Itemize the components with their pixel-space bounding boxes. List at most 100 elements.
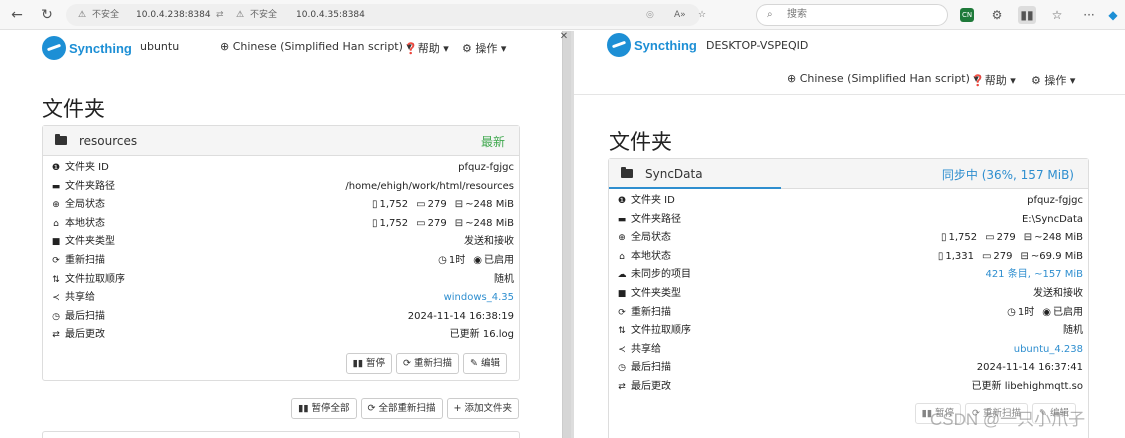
folder-status: 同步中 (36%, 157 MiB) <box>941 168 1074 182</box>
actions-menu[interactable]: ⚙ 操作 ▾ <box>1031 72 1075 88</box>
detail-row: ⌂ 本地状态 ▯ 1,331 ▭ 279 ⊟ ~69.9 MiB <box>609 248 1088 267</box>
refresh-icon: ⟳ <box>618 307 626 318</box>
plus-icon: + <box>453 403 465 414</box>
address-bar[interactable]: ⚠ 不安全 10.0.4.238:8384 ⇄ ⚠ 不安全 10.0.4.35:… <box>66 4 706 26</box>
add-folder-button[interactable]: + 添加文件夹 <box>446 398 519 419</box>
close-pane-icon[interactable]: ✕ <box>558 31 570 43</box>
help-menu[interactable]: ❓帮助 ▾ <box>404 40 449 56</box>
navbar: Syncthing ubuntu ⊕ Chinese (Simplified H… <box>0 31 562 69</box>
drive-icon: ⊟ <box>1020 250 1029 262</box>
split-divider[interactable] <box>571 31 574 438</box>
language-menu[interactable]: ⊕ Chinese (Simplified Han script) ▾ <box>787 72 979 85</box>
rescan-button[interactable]: ⟳ 重新扫描 <box>396 353 459 374</box>
detail-value: 发送和接收 <box>464 236 514 248</box>
pause-button[interactable]: ▮▮ 暂停 <box>345 353 392 374</box>
pane-more-icon[interactable]: ··· <box>536 31 546 36</box>
drive-icon: ⊟ <box>1023 232 1033 244</box>
detail-row: ⇄ 最后更改 已更新 libehighmqtt.so <box>609 378 1088 397</box>
translate-icon[interactable]: ◎ <box>646 4 654 26</box>
share-icon: ≺ <box>618 344 626 355</box>
detail-row: ≺ 共享给 ubuntu_4.238 <box>609 341 1088 360</box>
gear-icon: ⚙ <box>462 42 476 55</box>
detail-label: 本地状态 <box>631 250 671 262</box>
detail-stats: ▯ 1,331 ▭ 279 ⊟ ~69.9 MiB <box>937 250 1083 262</box>
more-icon[interactable]: ··· <box>1080 6 1098 24</box>
folder-details: ❶ 文件夹 ID pfquz-fgjgc ▬ 文件夹路径/home/ehigh/work… <box>43 156 519 345</box>
folder-open-icon: ▬ <box>51 181 61 192</box>
home-icon: ⌂ <box>619 251 625 262</box>
left-split-pane: Syncthing ubuntu ⊕ Chinese (Simplified H… <box>0 31 563 438</box>
search-input[interactable]: ⌕ 搜索 <box>756 4 948 26</box>
detail-label: 本地状态 <box>65 217 105 229</box>
extension-badge[interactable]: CN <box>960 8 974 22</box>
insecure-warning-icon: ⚠ <box>236 10 245 20</box>
split-link-icon[interactable]: ⇄ <box>216 4 224 26</box>
edit-button[interactable]: ✎ 编辑 <box>463 353 507 374</box>
reload-icon[interactable]: ↻ <box>38 6 56 24</box>
syncthing-logo[interactable]: Syncthing <box>607 33 697 57</box>
detail-value: E:\SyncData <box>1021 213 1083 225</box>
right-split-pane: Syncthing DESKTOP-VSPEQID ⊕ Chinese (Sim… <box>571 31 1125 438</box>
detail-value: 2024-11-14 16:37:41 <box>976 362 1083 374</box>
detail-label: 文件夹 ID <box>65 162 109 173</box>
sync-progress-bar <box>609 187 782 189</box>
globe-icon: ⊕ <box>220 40 233 53</box>
detail-row: ⊕ 全局状态 ▯ 1,752 ▭ 279 ⊟ ~248 MiB <box>609 229 1088 248</box>
extensions-icon[interactable]: ⚙ <box>988 6 1006 24</box>
browser-toolbar: ← ↻ ⚠ 不安全 10.0.4.238:8384 ⇄ ⚠ 不安全 10.0.4… <box>0 0 1125 30</box>
detail-value[interactable]: windows_4.35 <box>444 289 514 308</box>
detail-rescan: ◷ 1时 ◉ 已启用 <box>1007 306 1083 318</box>
read-aloud-icon[interactable]: A» <box>674 4 686 26</box>
url-2[interactable]: 10.0.4.35:8384 <box>296 4 365 26</box>
favorite-star-icon[interactable]: ☆ <box>698 4 706 26</box>
actions-menu[interactable]: ⚙ 操作 ▾ <box>462 40 506 56</box>
refresh-icon: ⟳ <box>403 358 414 369</box>
folder-outline-icon: ▭ <box>416 199 426 211</box>
detail-value[interactable]: 421 条目, ~157 MiB <box>985 266 1083 285</box>
folder-header[interactable]: SyncData 同步中 (36%, 157 MiB) <box>609 159 1088 189</box>
file-icon: ▯ <box>937 250 944 262</box>
pane-scrollbar[interactable] <box>563 31 571 438</box>
syncthing-logo[interactable]: Syncthing <box>42 36 132 60</box>
folder-header[interactable]: resources 最新 <box>43 126 519 156</box>
gear-icon: ⚙ <box>1031 74 1045 87</box>
search-icon: ⌕ <box>767 9 773 20</box>
clock-icon: ◷ <box>52 311 60 322</box>
detail-label: 未同步的项目 <box>631 269 691 281</box>
page-title: 文件夹 <box>42 97 105 121</box>
detail-label: 全局状态 <box>631 232 671 244</box>
insecure-label-1: 不安全 <box>92 10 120 20</box>
question-icon: ❓ <box>971 74 985 87</box>
folder-name: SyncData <box>645 167 703 181</box>
eye-icon: ◉ <box>1042 306 1051 318</box>
detail-label: 文件拉取顺序 <box>631 325 691 337</box>
detail-row: ≺ 共享给 windows_4.35 <box>43 289 519 308</box>
csdn-watermark: CSDN @一只小爪子 <box>930 410 1086 429</box>
detail-row: ❶ 文件夹 ID pfquz-fgjgc <box>609 192 1088 211</box>
split-screen-icon[interactable]: ▮▮ <box>1018 6 1036 24</box>
detail-label: 文件夹类型 <box>65 236 115 248</box>
favorites-icon[interactable]: ☆ <box>1048 6 1066 24</box>
help-menu[interactable]: ❓帮助 ▾ <box>971 72 1016 88</box>
global-folder-actions: ▮▮ 暂停全部 ⟳ 全部重新扫描 + 添加文件夹 <box>291 398 519 419</box>
copilot-icon[interactable]: ◆ <box>1104 6 1122 24</box>
navbar: Syncthing DESKTOP-VSPEQID ⊕ Chinese (Sim… <box>571 31 1125 95</box>
rescan-all-button[interactable]: ⟳ 全部重新扫描 <box>360 398 443 419</box>
detail-row: ⇅ 文件拉取顺序 随机 <box>43 271 519 290</box>
detail-value[interactable]: ubuntu_4.238 <box>1014 341 1083 360</box>
refresh-icon: ⟳ <box>367 403 379 414</box>
detail-label: 共享给 <box>631 343 661 355</box>
detail-label: 文件夹路径 <box>65 180 115 192</box>
sort-icon: ⇅ <box>52 274 60 285</box>
folder-icon: ■ <box>51 237 61 248</box>
folder-status: 最新 <box>480 135 505 149</box>
language-menu[interactable]: ⊕ Chinese (Simplified Han script) ▾ <box>220 40 412 53</box>
cloud-download-icon: ☁ <box>617 270 627 281</box>
detail-row: ⊕ 全局状态 ▯ 1,752 ▭ 279 ⊟ ~248 MiB <box>43 196 519 215</box>
back-icon[interactable]: ← <box>8 6 26 24</box>
detail-row: ▬ 文件夹路径 E:\SyncData <box>609 211 1088 230</box>
url-1[interactable]: 10.0.4.238:8384 <box>136 4 211 26</box>
detail-value: 随机 <box>494 273 514 285</box>
pause-all-button[interactable]: ▮▮ 暂停全部 <box>291 398 357 419</box>
folder-icon <box>55 134 67 145</box>
